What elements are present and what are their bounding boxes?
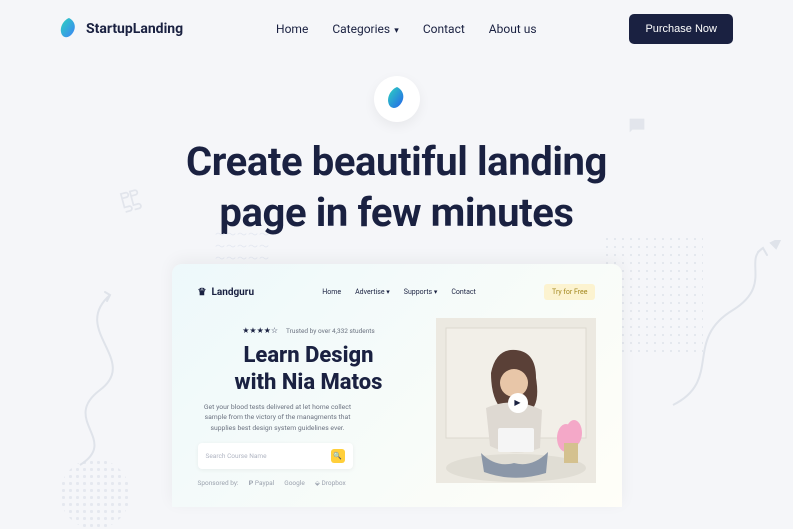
preview-subtext: Get your blood tests delivered at let ho… [198, 402, 358, 433]
preview-brand: ♛ Landguru [198, 287, 255, 298]
sponsor-google: Google [284, 479, 305, 487]
sponsors-row: Sponsored by: 𝗣 Paypal Google ⬙ Dropbox [198, 479, 420, 487]
hero-title-l2: page in few minutes [219, 189, 573, 236]
preview-heading: Learn Design with Nia Matos [198, 343, 420, 396]
nav-links: Home Categories ▾ Contact About us [276, 22, 537, 36]
nav-categories-label: Categories [332, 22, 390, 36]
preview-nav-home[interactable]: Home [322, 288, 341, 296]
rating-row: ★★★★☆ Trusted by over 4,332 students [198, 318, 420, 337]
nav-contact[interactable]: Contact [423, 22, 465, 36]
star-icons: ★★★★☆ [242, 326, 278, 335]
brand-name: StartupLanding [86, 21, 183, 37]
main-nav: StartupLanding Home Categories ▾ Contact… [0, 0, 793, 58]
preview-nav: ♛ Landguru Home Advertise ▾ Supports ▾ C… [198, 284, 596, 300]
sponsor-dropbox: ⬙ Dropbox [315, 479, 346, 487]
preview-left: ★★★★☆ Trusted by over 4,332 students Lea… [198, 318, 420, 486]
brand[interactable]: StartupLanding [60, 18, 183, 40]
preview-brand-name: Landguru [211, 287, 254, 298]
hero-logo [374, 76, 420, 122]
wave-pattern: 〜〜〜〜〜〜〜〜〜〜〜〜〜〜〜 [215, 230, 270, 266]
preview-heading-l1: Learn Design [243, 343, 373, 368]
preview-nav-contact[interactable]: Contact [451, 288, 475, 296]
trust-text: Trusted by over 4,332 students [286, 327, 375, 335]
logo-icon [60, 18, 78, 40]
preview-heading-l2: with Nia Matos [235, 370, 383, 395]
nav-home[interactable]: Home [276, 22, 308, 36]
nav-about[interactable]: About us [489, 22, 537, 36]
chat-icon [626, 115, 648, 143]
search-placeholder: Search Course Name [206, 452, 267, 460]
sponsor-paypal: 𝗣 Paypal [249, 479, 275, 487]
nav-categories[interactable]: Categories ▾ [332, 22, 399, 36]
hero-title-l1: Create beautiful landing [186, 138, 607, 185]
arrow-squiggle-left [50, 290, 170, 470]
preview-card: ♛ Landguru Home Advertise ▾ Supports ▾ C… [172, 264, 622, 506]
preview-nav-links: Home Advertise ▾ Supports ▾ Contact [322, 288, 476, 296]
preview-nav-supports[interactable]: Supports ▾ [404, 288, 438, 296]
play-icon[interactable]: ▶ [508, 393, 528, 413]
sponsored-label: Sponsored by: [198, 479, 239, 487]
chevron-down-icon: ▾ [392, 26, 399, 36]
preview-nav-advertise[interactable]: Advertise ▾ [355, 288, 390, 296]
preview-body: ★★★★☆ Trusted by over 4,332 students Lea… [198, 318, 596, 486]
crown-icon: ♛ [198, 287, 207, 298]
search-input[interactable]: Search Course Name 🔍 [198, 443, 353, 469]
preview-image: ▶ [436, 318, 596, 483]
search-icon[interactable]: 🔍 [331, 449, 345, 463]
preview-cta[interactable]: Try for Free [544, 284, 595, 300]
arrow-squiggle-right [663, 240, 783, 410]
purchase-button[interactable]: Purchase Now [629, 14, 733, 44]
